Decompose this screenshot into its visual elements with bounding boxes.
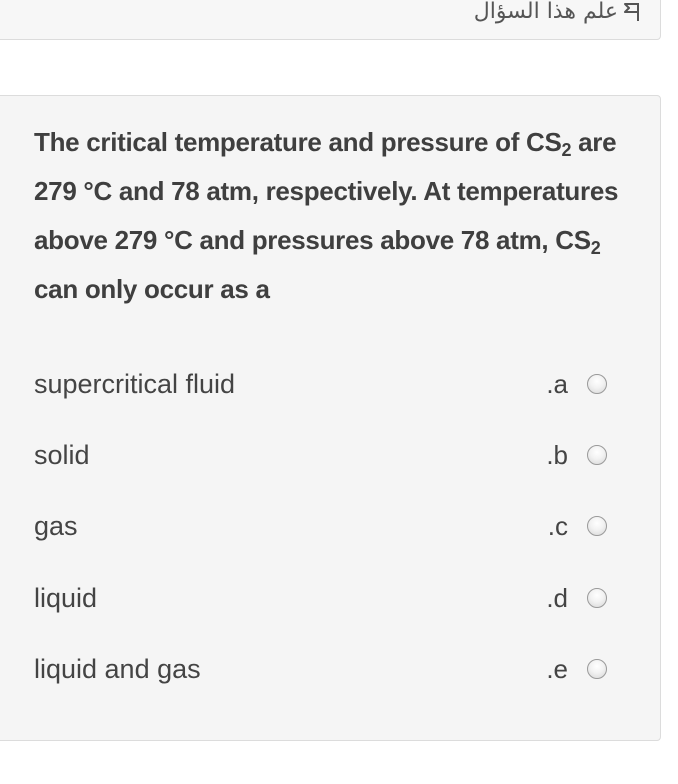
question-card: The critical temperature and pressure of… [0, 95, 661, 741]
flag-outline-icon [624, 3, 639, 21]
answer-option-c[interactable]: gas .c [0, 506, 660, 546]
flag-question-panel: علم هذا السؤال [0, 0, 661, 40]
answer-option-b[interactable]: solid .b [0, 435, 660, 475]
answer-letter: .c [547, 511, 568, 541]
radio-button[interactable] [587, 374, 607, 394]
answer-text: solid [34, 440, 90, 470]
flag-question-label: علم هذا السؤال [473, 0, 618, 24]
answer-text: supercritical fluid [34, 369, 236, 399]
answer-letter: .a [546, 369, 568, 399]
answer-letter: .e [546, 654, 568, 684]
answer-letter: .b [546, 440, 568, 470]
subscript-2: 2 [561, 140, 572, 160]
flag-question-link[interactable]: علم هذا السؤال [474, 0, 640, 25]
radio-button[interactable] [587, 588, 607, 608]
answer-option-a[interactable]: supercritical fluid .a [0, 364, 660, 404]
answer-letter: .d [546, 583, 568, 613]
question-text: The critical temperature and pressure of… [34, 118, 634, 314]
question-text-part: can only occur as a [34, 274, 270, 304]
answer-option-e[interactable]: liquid and gas .e [0, 649, 660, 689]
answer-text: liquid [34, 583, 98, 613]
answer-text: liquid and gas [34, 654, 201, 684]
radio-button[interactable] [587, 659, 607, 679]
radio-button[interactable] [587, 445, 607, 465]
subscript-2: 2 [590, 238, 601, 258]
question-text-part: The critical temperature and pressure of… [34, 127, 562, 157]
answer-option-d[interactable]: liquid .d [0, 578, 660, 618]
answer-text: gas [34, 511, 78, 541]
radio-button[interactable] [587, 516, 607, 536]
